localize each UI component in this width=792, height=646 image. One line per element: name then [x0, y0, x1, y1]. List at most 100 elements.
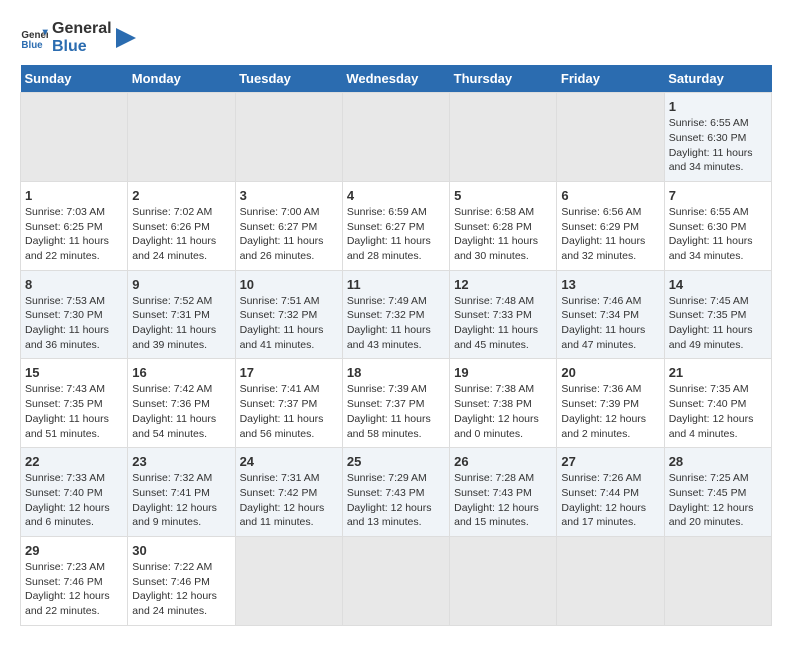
calendar-cell: 28Sunrise: 7:25 AMSunset: 7:45 PMDayligh…	[664, 448, 771, 537]
day-number: 2	[132, 188, 230, 203]
day-header-saturday: Saturday	[664, 65, 771, 93]
calendar-cell: 5 Sunrise: 6:58 AMSunset: 6:28 PMDaylight…	[450, 181, 557, 270]
day-number: 1	[25, 188, 123, 203]
calendar-cell: 25 Sunrise: 7:29 AMSunset: 7:43 PMDayligh…	[342, 448, 449, 537]
week-row-0: 1 Sunrise: 6:55 AMSunset: 6:30 PMDaylight…	[21, 93, 772, 182]
day-detail: Sunrise: 6:58 AMSunset: 6:28 PMDaylight:…	[454, 205, 552, 264]
day-number: 30	[132, 543, 230, 558]
day-detail: Sunrise: 7:39 AMSunset: 7:37 PMDaylight:…	[347, 382, 445, 441]
calendar-cell: 3Sunrise: 7:00 AMSunset: 6:27 PMDaylight…	[235, 181, 342, 270]
calendar-cell: 4 Sunrise: 6:59 AMSunset: 6:27 PMDaylight…	[342, 181, 449, 270]
day-detail: Sunrise: 6:55 AMSunset: 6:30 PMDaylight:…	[669, 205, 767, 264]
calendar-cell: 17 Sunrise: 7:41 AMSunset: 7:37 PMDayligh…	[235, 359, 342, 448]
day-number: 16	[132, 365, 230, 380]
logo-arrow-icon	[116, 28, 136, 48]
calendar-cell: 7 Sunrise: 6:55 AMSunset: 6:30 PMDaylight…	[664, 181, 771, 270]
day-number: 23	[132, 454, 230, 469]
days-header-row: SundayMondayTuesdayWednesdayThursdayFrid…	[21, 65, 772, 93]
day-number: 11	[347, 277, 445, 292]
day-detail: Sunrise: 7:32 AMSunset: 7:41 PMDaylight:…	[132, 471, 230, 530]
day-detail: Sunrise: 7:45 AMSunset: 7:35 PMDaylight:…	[669, 294, 767, 353]
week-row-1: 1 Sunrise: 7:03 AMSunset: 6:25 PMDaylight…	[21, 181, 772, 270]
day-detail: Sunrise: 7:28 AMSunset: 7:43 PMDaylight:…	[454, 471, 552, 530]
day-header-thursday: Thursday	[450, 65, 557, 93]
day-header-tuesday: Tuesday	[235, 65, 342, 93]
day-header-sunday: Sunday	[21, 65, 128, 93]
day-number: 15	[25, 365, 123, 380]
day-number: 8	[25, 277, 123, 292]
calendar-cell: 1 Sunrise: 6:55 AMSunset: 6:30 PMDaylight…	[664, 93, 771, 182]
day-number: 21	[669, 365, 767, 380]
page-header: General Blue General Blue	[20, 20, 772, 55]
day-detail: Sunrise: 7:52 AMSunset: 7:31 PMDaylight:…	[132, 294, 230, 353]
logo: General Blue General Blue	[20, 20, 136, 55]
day-number: 7	[669, 188, 767, 203]
calendar-cell: 2 Sunrise: 7:02 AMSunset: 6:26 PMDaylight…	[128, 181, 235, 270]
day-number: 10	[240, 277, 338, 292]
day-detail: Sunrise: 7:23 AMSunset: 7:46 PMDaylight:…	[25, 560, 123, 619]
day-number: 1	[669, 99, 767, 114]
svg-text:Blue: Blue	[21, 39, 43, 50]
day-detail: Sunrise: 6:59 AMSunset: 6:27 PMDaylight:…	[347, 205, 445, 264]
day-detail: Sunrise: 6:56 AMSunset: 6:29 PMDaylight:…	[561, 205, 659, 264]
calendar-cell: 10 Sunrise: 7:51 AMSunset: 7:32 PMDayligh…	[235, 270, 342, 359]
day-number: 9	[132, 277, 230, 292]
day-detail: Sunrise: 7:53 AMSunset: 7:30 PMDaylight:…	[25, 294, 123, 353]
day-header-friday: Friday	[557, 65, 664, 93]
day-number: 6	[561, 188, 659, 203]
calendar-cell	[342, 93, 449, 182]
calendar-cell: 15 Sunrise: 7:43 AMSunset: 7:35 PMDayligh…	[21, 359, 128, 448]
day-number: 18	[347, 365, 445, 380]
day-number: 27	[561, 454, 659, 469]
day-number: 4	[347, 188, 445, 203]
calendar-cell: 8 Sunrise: 7:53 AMSunset: 7:30 PMDaylight…	[21, 270, 128, 359]
day-detail: Sunrise: 7:25 AMSunset: 7:45 PMDaylight:…	[669, 471, 767, 530]
day-detail: Sunrise: 7:42 AMSunset: 7:36 PMDaylight:…	[132, 382, 230, 441]
day-detail: Sunrise: 7:02 AMSunset: 6:26 PMDaylight:…	[132, 205, 230, 264]
calendar-cell: 6 Sunrise: 6:56 AMSunset: 6:29 PMDaylight…	[557, 181, 664, 270]
calendar-cell: 18 Sunrise: 7:39 AMSunset: 7:37 PMDayligh…	[342, 359, 449, 448]
week-row-2: 8 Sunrise: 7:53 AMSunset: 7:30 PMDaylight…	[21, 270, 772, 359]
calendar-cell: 13Sunrise: 7:46 AMSunset: 7:34 PMDayligh…	[557, 270, 664, 359]
calendar-cell: 11 Sunrise: 7:49 AMSunset: 7:32 PMDayligh…	[342, 270, 449, 359]
calendar-cell: 24Sunrise: 7:31 AMSunset: 7:42 PMDayligh…	[235, 448, 342, 537]
day-detail: Sunrise: 7:36 AMSunset: 7:39 PMDaylight:…	[561, 382, 659, 441]
day-number: 12	[454, 277, 552, 292]
calendar-cell: 27 Sunrise: 7:26 AMSunset: 7:44 PMDayligh…	[557, 448, 664, 537]
day-detail: Sunrise: 7:48 AMSunset: 7:33 PMDaylight:…	[454, 294, 552, 353]
calendar-cell	[21, 93, 128, 182]
day-header-monday: Monday	[128, 65, 235, 93]
day-number: 13	[561, 277, 659, 292]
day-detail: Sunrise: 7:35 AMSunset: 7:40 PMDaylight:…	[669, 382, 767, 441]
day-detail: Sunrise: 7:51 AMSunset: 7:32 PMDaylight:…	[240, 294, 338, 353]
calendar-cell: 9 Sunrise: 7:52 AMSunset: 7:31 PMDaylight…	[128, 270, 235, 359]
day-detail: Sunrise: 7:43 AMSunset: 7:35 PMDaylight:…	[25, 382, 123, 441]
day-number: 14	[669, 277, 767, 292]
day-number: 17	[240, 365, 338, 380]
day-number: 24	[240, 454, 338, 469]
calendar-cell: 23 Sunrise: 7:32 AMSunset: 7:41 PMDayligh…	[128, 448, 235, 537]
calendar-cell: 22Sunrise: 7:33 AMSunset: 7:40 PMDayligh…	[21, 448, 128, 537]
day-detail: Sunrise: 7:29 AMSunset: 7:43 PMDaylight:…	[347, 471, 445, 530]
day-number: 25	[347, 454, 445, 469]
day-detail: Sunrise: 7:49 AMSunset: 7:32 PMDaylight:…	[347, 294, 445, 353]
day-detail: Sunrise: 7:03 AMSunset: 6:25 PMDaylight:…	[25, 205, 123, 264]
calendar-cell: 14 Sunrise: 7:45 AMSunset: 7:35 PMDayligh…	[664, 270, 771, 359]
day-detail: Sunrise: 7:26 AMSunset: 7:44 PMDaylight:…	[561, 471, 659, 530]
day-detail: Sunrise: 7:00 AMSunset: 6:27 PMDaylight:…	[240, 205, 338, 264]
day-number: 26	[454, 454, 552, 469]
week-row-3: 15 Sunrise: 7:43 AMSunset: 7:35 PMDayligh…	[21, 359, 772, 448]
calendar-cell	[557, 93, 664, 182]
day-number: 5	[454, 188, 552, 203]
logo-blue: Blue	[52, 38, 112, 56]
day-number: 19	[454, 365, 552, 380]
calendar-cell: 1 Sunrise: 7:03 AMSunset: 6:25 PMDaylight…	[21, 181, 128, 270]
day-header-wednesday: Wednesday	[342, 65, 449, 93]
logo-icon: General Blue	[20, 24, 48, 52]
calendar-cell: 21 Sunrise: 7:35 AMSunset: 7:40 PMDayligh…	[664, 359, 771, 448]
day-detail: Sunrise: 7:38 AMSunset: 7:38 PMDaylight:…	[454, 382, 552, 441]
day-detail: Sunrise: 6:55 AMSunset: 6:30 PMDaylight:…	[669, 116, 767, 175]
day-detail: Sunrise: 7:41 AMSunset: 7:37 PMDaylight:…	[240, 382, 338, 441]
logo-general: General	[52, 20, 112, 38]
calendar-cell: 12 Sunrise: 7:48 AMSunset: 7:33 PMDayligh…	[450, 270, 557, 359]
